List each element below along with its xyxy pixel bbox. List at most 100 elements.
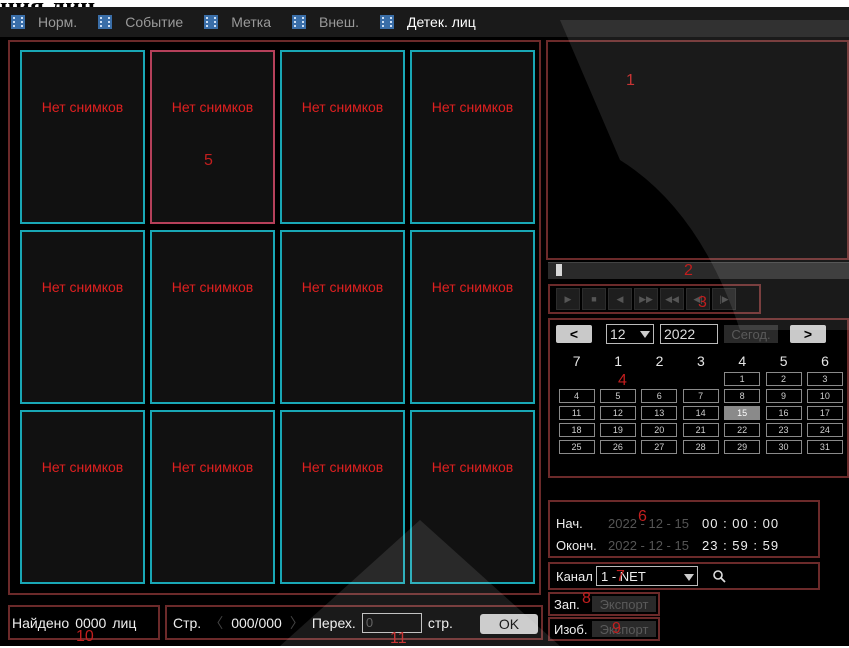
- calendar-day[interactable]: 19: [599, 423, 636, 437]
- start-time-field[interactable]: 00 : 00 : 00: [702, 516, 779, 531]
- tab-3[interactable]: Метка: [193, 14, 271, 30]
- calendar-day[interactable]: 7: [682, 389, 719, 403]
- record-export-button[interactable]: Экспорт: [592, 596, 656, 612]
- calendar-day[interactable]: 24: [806, 423, 843, 437]
- next-frame-icon[interactable]: |▶: [712, 288, 736, 310]
- face-cell[interactable]: Нет снимков: [20, 50, 145, 224]
- found-unit: лиц: [112, 614, 137, 631]
- next-month-button[interactable]: >: [790, 325, 826, 343]
- calendar-day[interactable]: 11: [558, 406, 595, 420]
- film-icon: [10, 14, 26, 30]
- calendar-day[interactable]: 18: [558, 423, 595, 437]
- jump-label: Перех.: [311, 614, 356, 631]
- month-select[interactable]: 12: [606, 324, 654, 344]
- calendar-day[interactable]: 27: [641, 440, 678, 454]
- playback-progress-bar[interactable]: [548, 262, 849, 279]
- no-snapshot-text: Нет снимков: [431, 99, 514, 115]
- play-icon[interactable]: ▶: [556, 288, 580, 310]
- annotation-number: 2: [684, 262, 693, 279]
- face-cell[interactable]: Нет снимков: [20, 230, 145, 404]
- tab-4[interactable]: Внеш.: [281, 14, 359, 30]
- tab-5[interactable]: Детек. лиц: [369, 14, 476, 30]
- fast-forward-icon[interactable]: ▶▶: [634, 288, 658, 310]
- prev-month-button[interactable]: <: [556, 325, 592, 343]
- image-export-button[interactable]: Экспорт: [592, 621, 656, 637]
- face-cell[interactable]: Нет снимков: [280, 50, 405, 224]
- no-snapshot-text: Нет снимков: [171, 459, 254, 475]
- next-page-icon[interactable]: 〉: [290, 613, 304, 633]
- face-cell[interactable]: Нет снимков: [150, 50, 275, 224]
- calendar-day[interactable]: 10: [806, 389, 843, 403]
- calendar-day[interactable]: 29: [724, 440, 761, 454]
- annotation-number: 4: [618, 372, 627, 389]
- annotation-number: 1: [626, 72, 635, 89]
- end-label: Оконч.: [556, 538, 597, 553]
- end-time-field[interactable]: 23 : 59 : 59: [702, 538, 779, 553]
- annotation-number: 7: [616, 568, 625, 585]
- annotation-number: 10: [76, 628, 94, 645]
- reverse-icon[interactable]: ◀: [608, 288, 632, 310]
- face-cell[interactable]: Нет снимков: [280, 230, 405, 404]
- today-button[interactable]: Сегод.: [724, 325, 778, 343]
- calendar-day[interactable]: 8: [724, 389, 761, 403]
- stop-icon[interactable]: ■: [582, 288, 606, 310]
- face-cell[interactable]: Нет снимков: [150, 230, 275, 404]
- calendar-day[interactable]: 6: [641, 389, 678, 403]
- weekday-label: 7: [572, 353, 581, 369]
- tab-2[interactable]: Событие: [87, 14, 183, 30]
- film-event-icon: [97, 14, 113, 30]
- calendar-day[interactable]: 14: [682, 406, 719, 420]
- calendar-day[interactable]: 16: [765, 406, 802, 420]
- face-cell[interactable]: Нет снимков: [280, 410, 405, 584]
- no-snapshot-text: Нет снимков: [41, 99, 124, 115]
- calendar: < 12 2022 Сегод. > 7123456 1 2 3 4 5 6 7 8 9 10 11…: [548, 318, 849, 478]
- channel-select[interactable]: 1 - NET: [596, 566, 698, 586]
- face-cell[interactable]: Нет снимков: [410, 230, 535, 404]
- prev-page-icon[interactable]: 〈: [209, 613, 223, 633]
- year-input[interactable]: 2022: [660, 324, 718, 344]
- channel-row: Канал 1 - NET: [548, 562, 820, 590]
- calendar-day[interactable]: 2: [765, 372, 802, 386]
- progress-thumb[interactable]: [556, 264, 562, 276]
- annotation-number: 6: [638, 508, 647, 525]
- face-cell[interactable]: Нет снимков: [20, 410, 145, 584]
- calendar-day[interactable]: 15: [724, 406, 761, 420]
- calendar-day[interactable]: 4: [558, 389, 595, 403]
- calendar-day[interactable]: 31: [806, 440, 843, 454]
- no-snapshot-text: Нет снимков: [431, 279, 514, 295]
- calendar-day[interactable]: 23: [765, 423, 802, 437]
- no-snapshot-text: Нет снимков: [301, 99, 384, 115]
- annotation-number: 8: [582, 590, 591, 607]
- no-snapshot-text: Нет снимков: [41, 279, 124, 295]
- calendar-day[interactable]: 22: [724, 423, 761, 437]
- annotation-number: 9: [612, 620, 621, 637]
- weekday-label: 1: [614, 353, 622, 369]
- face-cell[interactable]: Нет снимков: [150, 410, 275, 584]
- annotation-number: 11: [390, 630, 407, 647]
- end-date-field[interactable]: 2022 - 12 - 15: [608, 538, 702, 553]
- calendar-day[interactable]: 9: [765, 389, 802, 403]
- calendar-day[interactable]: 3: [806, 372, 843, 386]
- face-cell[interactable]: Нет снимков: [410, 50, 535, 224]
- slow-icon[interactable]: ◀◀: [660, 288, 684, 310]
- calendar-day[interactable]: 21: [682, 423, 719, 437]
- ok-button[interactable]: OK: [480, 614, 538, 634]
- annotation-number: 5: [204, 152, 213, 169]
- calendar-day[interactable]: 1: [724, 372, 761, 386]
- calendar-day[interactable]: 5: [599, 389, 636, 403]
- channel-label: Канал: [556, 568, 593, 584]
- tab-label: Норм.: [38, 14, 78, 30]
- calendar-day[interactable]: 25: [558, 440, 595, 454]
- calendar-day[interactable]: 12: [599, 406, 636, 420]
- calendar-day[interactable]: 30: [765, 440, 802, 454]
- calendar-day[interactable]: 13: [641, 406, 678, 420]
- tab-1[interactable]: Норм.: [0, 14, 77, 30]
- calendar-day[interactable]: 26: [599, 440, 636, 454]
- calendar-day[interactable]: 17: [806, 406, 843, 420]
- search-icon[interactable]: [712, 569, 726, 583]
- face-cell[interactable]: Нет снимков: [410, 410, 535, 584]
- calendar-day[interactable]: 28: [682, 440, 719, 454]
- start-time-row: Нач. 2022 - 12 - 15 00 : 00 : 00: [556, 516, 779, 531]
- calendar-day[interactable]: 20: [641, 423, 678, 437]
- start-date-field[interactable]: 2022 - 12 - 15: [608, 516, 702, 531]
